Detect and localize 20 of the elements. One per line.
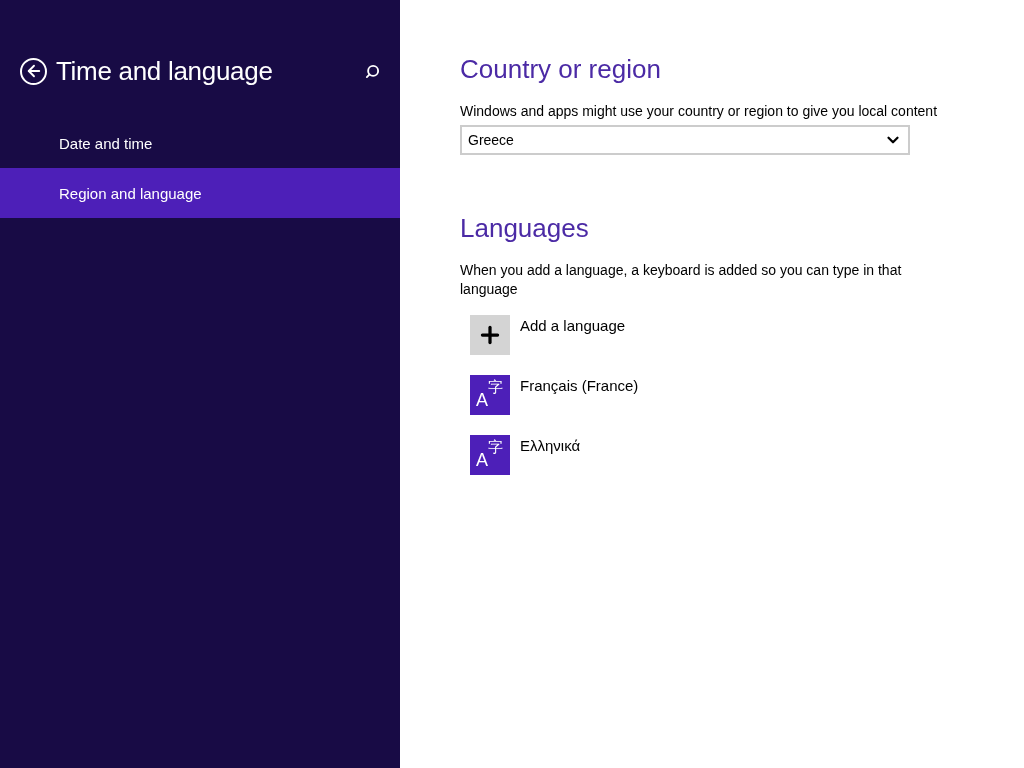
language-label[interactable]: Ελληνικά (520, 437, 581, 454)
section-description: When you add a language, a keyboard is added so you can type in that language (460, 261, 903, 299)
glyph-cjk: 字 (488, 378, 503, 397)
back-icon[interactable] (20, 57, 47, 85)
section-heading: Languages (460, 213, 590, 245)
language-label[interactable]: Français (France) (520, 377, 639, 394)
sidebar-item[interactable]: Date and time (0, 118, 400, 168)
search-icon[interactable] (365, 63, 380, 79)
add-tile[interactable] (470, 315, 510, 355)
section-description: Windows and apps might use your country or region to give you local content (460, 102, 939, 121)
section-heading: Country or region (460, 54, 662, 86)
glyph-cjk: 字 (488, 438, 503, 457)
sidebar-item[interactable]: Region and language (0, 168, 400, 218)
glyph-latin: A (476, 390, 488, 411)
add-language-label[interactable]: Add a language (520, 317, 626, 334)
glyph-latin: A (476, 450, 488, 471)
language-tile[interactable]: A 字 (470, 375, 510, 415)
sidebar-title: Time and language (56, 55, 274, 87)
language-tile[interactable]: A 字 (470, 435, 510, 475)
country-dropdown[interactable]: Greece (460, 125, 910, 155)
